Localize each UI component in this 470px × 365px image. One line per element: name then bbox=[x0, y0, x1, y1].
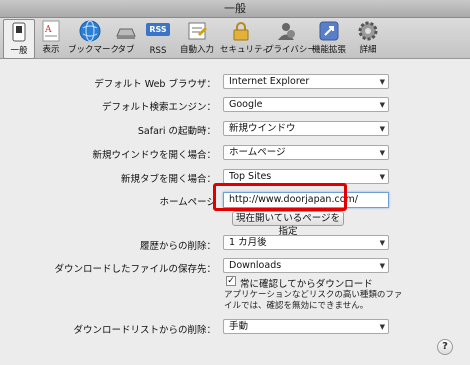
highlight-box bbox=[213, 183, 347, 211]
search-engine-select[interactable]: Google ▼ bbox=[223, 97, 389, 112]
safari-opens-label: Safari の起動時： bbox=[137, 126, 216, 137]
chevron-down-icon: ▼ bbox=[379, 149, 385, 157]
safari-opens-select[interactable]: 新規ウインドウ ▼ bbox=[223, 121, 389, 136]
default-browser-select[interactable]: Internet Explorer ▼ bbox=[223, 74, 389, 89]
ask-before-download-label: 常に確認してからダウンロード bbox=[240, 279, 373, 290]
tab-privacy[interactable]: プライバシー bbox=[265, 19, 316, 57]
tab-tabs[interactable]: タブ bbox=[114, 19, 138, 57]
gear-icon bbox=[357, 20, 379, 42]
tab-bookmarks[interactable]: ブックマーク bbox=[68, 19, 119, 57]
download-note: アプリケーションなどリスクの高い種類のファイルでは、確認を無効にできません。 bbox=[224, 290, 403, 311]
download-location-label: ダウンロードしたファイルの保存先： bbox=[54, 264, 216, 275]
set-current-page-button[interactable]: 現在開いているページを指定 bbox=[232, 211, 344, 237]
homepage-label: ホームページ bbox=[159, 197, 216, 208]
download-location-select[interactable]: Downloads ▼ bbox=[223, 258, 389, 273]
tab-autofill[interactable]: 自動入力 bbox=[178, 19, 216, 57]
window-title: 一般 bbox=[0, 0, 470, 18]
switch-icon bbox=[8, 21, 30, 43]
new-windows-label: 新規ウインドウを開く場合： bbox=[92, 150, 216, 161]
chevron-down-icon: ▼ bbox=[379, 173, 385, 181]
font-icon: A bbox=[40, 20, 62, 42]
tabs-icon bbox=[115, 20, 137, 42]
help-button[interactable]: ? bbox=[437, 339, 453, 355]
lock-icon bbox=[230, 20, 252, 42]
ask-before-download-checkbox[interactable]: ✓ bbox=[226, 276, 236, 286]
default-browser-label: デフォルト Web ブラウザ： bbox=[94, 79, 216, 90]
chevron-down-icon: ▼ bbox=[379, 262, 385, 270]
search-engine-label: デフォルト検索エンジン： bbox=[101, 102, 216, 113]
new-tabs-label: 新規タブを開く場合： bbox=[120, 174, 216, 185]
new-tabs-select[interactable]: Top Sites ▼ bbox=[223, 169, 389, 184]
privacy-icon bbox=[275, 20, 297, 42]
tab-advanced[interactable]: 詳細 bbox=[354, 19, 382, 57]
svg-text:A: A bbox=[44, 25, 52, 35]
globe-icon bbox=[79, 20, 101, 42]
history-select[interactable]: 1 カ月後 ▼ bbox=[223, 235, 389, 250]
tab-rss[interactable]: RSS RSS bbox=[145, 19, 171, 57]
preferences-toolbar: 一般 A 表示 ブックマーク タブ RSS RSS 自動入力 セキュリティ プラ… bbox=[0, 18, 470, 59]
history-label: 履歴からの削除： bbox=[139, 241, 216, 252]
chevron-down-icon: ▼ bbox=[379, 78, 385, 86]
chevron-down-icon: ▼ bbox=[379, 101, 385, 109]
download-list-label: ダウンロードリストからの削除： bbox=[73, 325, 216, 336]
rss-icon: RSS bbox=[146, 23, 170, 45]
extensions-icon bbox=[318, 20, 340, 42]
new-windows-select[interactable]: ホームページ ▼ bbox=[223, 145, 389, 160]
tab-security[interactable]: セキュリティ bbox=[220, 19, 271, 57]
chevron-down-icon: ▼ bbox=[379, 239, 385, 247]
tab-general[interactable]: 一般 bbox=[3, 19, 35, 59]
tab-appearance[interactable]: A 表示 bbox=[37, 19, 65, 57]
chevron-down-icon: ▼ bbox=[379, 323, 385, 331]
tab-extensions[interactable]: 機能拡張 bbox=[311, 19, 347, 57]
autofill-icon bbox=[186, 20, 208, 42]
chevron-down-icon: ▼ bbox=[379, 125, 385, 133]
download-list-select[interactable]: 手動 ▼ bbox=[223, 319, 389, 334]
